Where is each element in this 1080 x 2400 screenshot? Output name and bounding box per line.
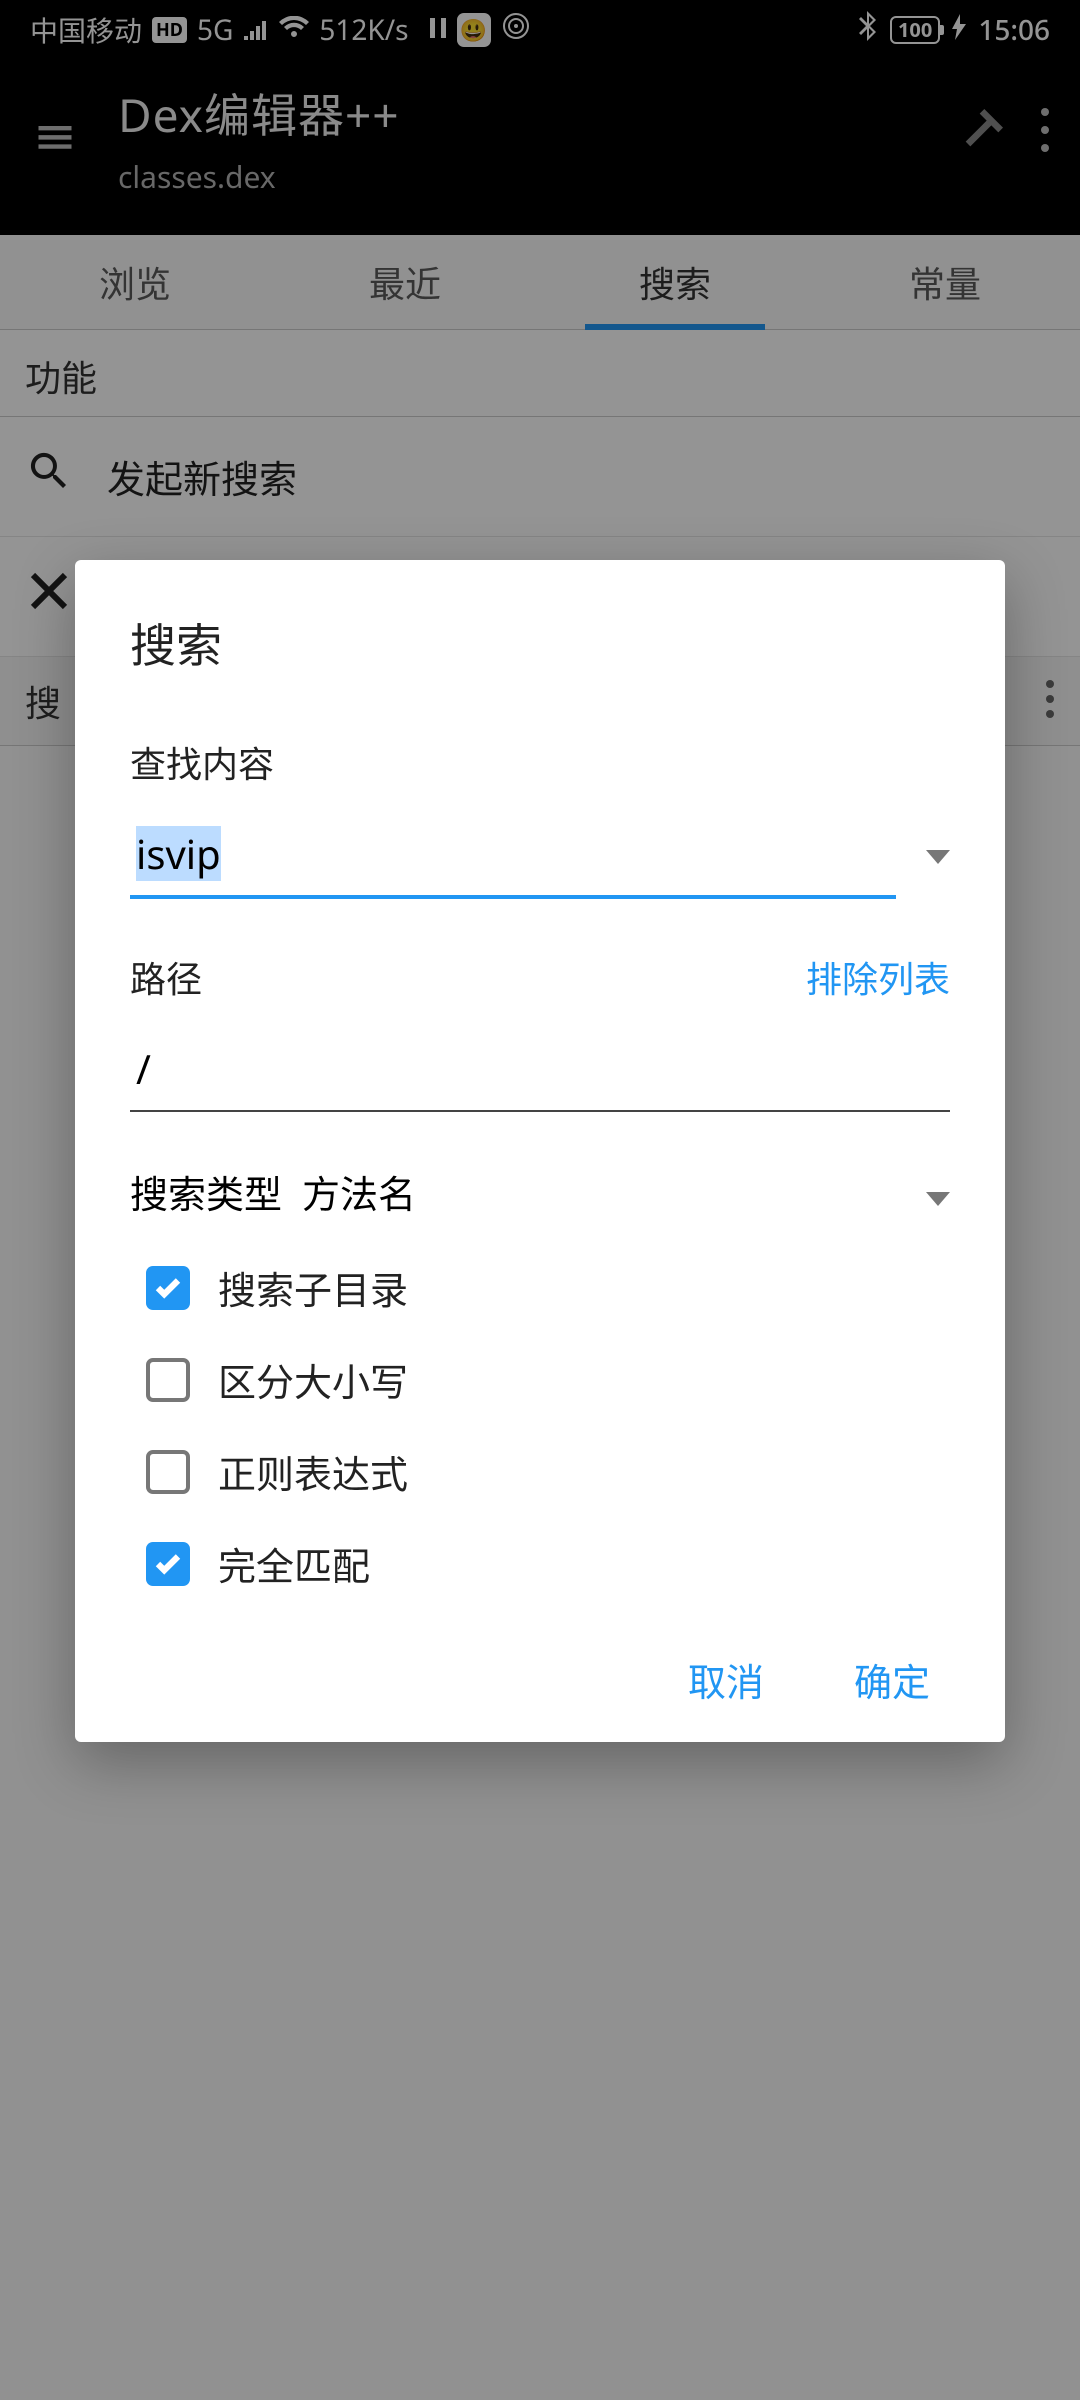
check-exact-label: 完全匹配 bbox=[218, 1536, 370, 1592]
check-regex-label: 正则表达式 bbox=[218, 1444, 408, 1500]
check-case-label: 区分大小写 bbox=[218, 1352, 408, 1408]
path-input[interactable] bbox=[130, 1031, 950, 1112]
exclude-list-link[interactable]: 排除列表 bbox=[806, 951, 950, 1003]
check-regex[interactable]: 正则表达式 bbox=[146, 1444, 950, 1500]
check-subdir[interactable]: 搜索子目录 bbox=[146, 1260, 950, 1316]
cancel-button[interactable]: 取消 bbox=[688, 1652, 764, 1708]
checkbox-off-icon bbox=[146, 1358, 190, 1402]
search-type-label: 搜索类型 bbox=[130, 1164, 282, 1220]
check-subdir-label: 搜索子目录 bbox=[218, 1260, 408, 1316]
search-dialog: 搜索 查找内容 isvip 路径 排除列表 搜索类型 方法名 搜索子目录 区分大… bbox=[75, 560, 1005, 1742]
check-exact[interactable]: 完全匹配 bbox=[146, 1536, 950, 1592]
search-type-dropdown[interactable] bbox=[926, 1166, 950, 1218]
checkbox-on-icon bbox=[146, 1266, 190, 1310]
search-type-value: 方法名 bbox=[302, 1164, 416, 1220]
ok-button[interactable]: 确定 bbox=[854, 1652, 930, 1708]
checkbox-off-icon bbox=[146, 1450, 190, 1494]
checkbox-on-icon bbox=[146, 1542, 190, 1586]
find-input-value: isvip bbox=[136, 826, 221, 881]
dialog-title: 搜索 bbox=[130, 610, 950, 676]
find-input[interactable]: isvip bbox=[130, 816, 896, 899]
find-label: 查找内容 bbox=[130, 736, 950, 788]
find-history-dropdown[interactable] bbox=[926, 847, 950, 869]
check-case[interactable]: 区分大小写 bbox=[146, 1352, 950, 1408]
path-label: 路径 bbox=[130, 951, 202, 1003]
